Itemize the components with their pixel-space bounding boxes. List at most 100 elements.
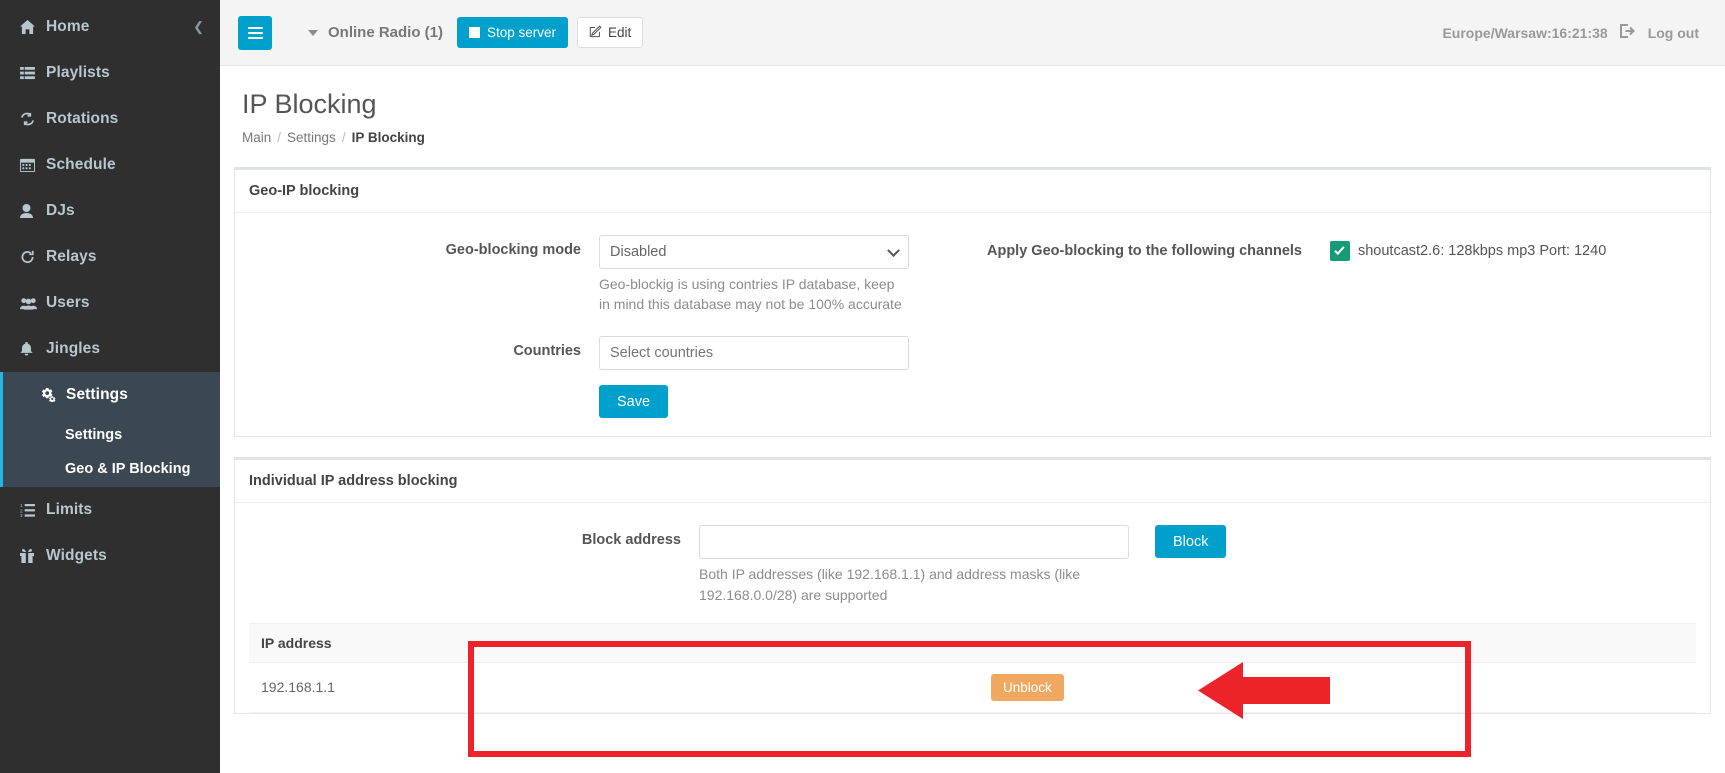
- geo-mode-help: Geo-blockig is using contries IP databas…: [599, 275, 902, 312]
- block-address-row: Block address Both IP addresses (like 19…: [249, 525, 1696, 605]
- geo-mode-row: Geo-blocking mode Disabled Geo-blockig i…: [249, 234, 1696, 315]
- stop-server-button[interactable]: Stop server: [457, 17, 569, 48]
- sidebar: Home ❮ Playlists Rotations Schedule DJs …: [0, 0, 220, 773]
- svg-text:3: 3: [20, 513, 23, 517]
- blocked-ip-table-head: IP address: [249, 622, 1696, 663]
- sidebar-item-label: Rotations: [46, 110, 119, 127]
- geo-channels-group: Apply Geo-blocking to the following chan…: [987, 235, 1606, 261]
- ordered-list-icon: 123: [20, 503, 46, 517]
- sidebar-item-home[interactable]: Home ❮: [0, 4, 220, 50]
- block-address-control: Both IP addresses (like 192.168.1.1) and…: [699, 525, 1129, 605]
- sidebar-item-djs[interactable]: DJs: [0, 188, 220, 234]
- unblock-button[interactable]: Unblock: [991, 673, 1064, 701]
- blocked-ip-table-body: 192.168.1.1 Unblock: [249, 662, 1696, 713]
- sidebar-item-schedule[interactable]: Schedule: [0, 142, 220, 188]
- sidebar-item-label: Limits: [46, 501, 93, 518]
- block-button[interactable]: Block: [1155, 525, 1227, 559]
- countries-input[interactable]: [599, 336, 909, 371]
- sidebar-subitem-label: Settings: [65, 426, 123, 443]
- geo-countries-row: Countries Save: [249, 336, 1696, 419]
- cell-action: Unblock: [979, 662, 1399, 713]
- breadcrumb-item-current: IP Blocking: [351, 129, 425, 145]
- sidebar-subitem-geo-ip-blocking[interactable]: Geo & IP Blocking: [20, 451, 220, 487]
- geo-ip-blocking-panel: Geo-IP blocking Geo-blocking mode Disabl…: [234, 166, 1711, 438]
- table-header-row: IP address: [249, 622, 1696, 663]
- block-address-label: Block address: [581, 532, 681, 549]
- home-icon: [20, 20, 46, 34]
- geo-mode-control: Disabled Geo-blockig is using contries I…: [599, 234, 909, 315]
- column-header-action: [979, 622, 1399, 663]
- hamburger-icon[interactable]: [238, 15, 272, 50]
- block-button-wrap: Block: [1155, 525, 1227, 559]
- sidebar-item-relays[interactable]: Relays: [0, 234, 220, 280]
- cell-spacer: [1399, 662, 1696, 713]
- check-icon: [1334, 243, 1346, 255]
- geo-countries-label: Countries: [513, 343, 581, 360]
- sidebar-item-label: Playlists: [46, 64, 110, 81]
- chevron-down-icon[interactable]: [308, 29, 318, 36]
- block-address-input[interactable]: [699, 525, 1129, 560]
- content-area: Geo-IP blocking Geo-blocking mode Disabl…: [220, 145, 1725, 714]
- reload-icon: [20, 250, 46, 264]
- breadcrumb-separator: /: [341, 129, 346, 145]
- station-name: Online Radio (1): [328, 24, 444, 41]
- calendar-icon: [20, 158, 46, 172]
- save-button[interactable]: Save: [599, 385, 669, 419]
- hamburger-bars: [247, 24, 263, 42]
- sidebar-item-label: Settings: [66, 386, 128, 403]
- geo-panel-body: Geo-blocking mode Disabled Geo-blockig i…: [235, 213, 1710, 437]
- sidebar-item-label: Relays: [46, 248, 97, 265]
- stop-icon: [469, 27, 481, 38]
- table-row: 192.168.1.1 Unblock: [249, 662, 1696, 713]
- channel-checkbox[interactable]: [1329, 240, 1350, 261]
- sidebar-item-label: Users: [46, 294, 90, 311]
- user-icon: [20, 204, 46, 218]
- sidebar-item-settings[interactable]: Settings: [20, 372, 220, 418]
- geo-mode-select[interactable]: Disabled: [599, 234, 909, 269]
- logout-link[interactable]: Log out: [1648, 25, 1699, 41]
- app-root: Home ❮ Playlists Rotations Schedule DJs …: [0, 0, 1725, 773]
- sidebar-item-label: Home: [46, 18, 90, 35]
- sidebar-item-jingles[interactable]: Jingles: [0, 326, 220, 372]
- server-clock: Europe/Warsaw:16:21:38: [1442, 24, 1608, 41]
- geo-channels-label: Apply Geo-blocking to the following chan…: [987, 242, 1302, 259]
- cell-ip-address: 192.168.1.1: [249, 662, 979, 713]
- sidebar-item-playlists[interactable]: Playlists: [0, 50, 220, 96]
- edit-label: Edit: [608, 25, 632, 40]
- breadcrumb-separator: /: [277, 129, 282, 145]
- ip-panel-heading: Individual IP address blocking: [235, 460, 1710, 504]
- sidebar-item-users[interactable]: Users: [0, 280, 220, 326]
- geo-countries-control: Save: [599, 336, 909, 419]
- list-icon: [20, 66, 46, 80]
- sidebar-item-label: DJs: [46, 202, 75, 219]
- breadcrumb-item-settings[interactable]: Settings: [287, 130, 336, 145]
- geo-mode-label: Geo-blocking mode: [445, 241, 581, 258]
- page-title: IP Blocking: [242, 89, 377, 119]
- chevron-down-icon: [887, 243, 900, 257]
- edit-pencil-icon: [589, 24, 602, 41]
- block-address-help: Both IP addresses (like 192.168.1.1) and…: [699, 566, 1081, 603]
- chevron-left-icon[interactable]: ❮: [193, 19, 204, 35]
- logout-icon[interactable]: [1619, 24, 1636, 41]
- gears-icon: [40, 388, 66, 402]
- stop-server-label: Stop server: [487, 25, 557, 40]
- sidebar-item-limits[interactable]: 123 Limits: [0, 487, 220, 533]
- sidebar-subitem-settings[interactable]: Settings: [20, 418, 220, 451]
- page-header: IP Blocking Main / Settings / IP Blockin…: [220, 66, 1725, 145]
- geo-channel-item[interactable]: shoutcast2.6: 128kbps mp3 Port: 1240: [1329, 240, 1606, 261]
- users-icon: [20, 297, 46, 310]
- breadcrumb-item-main[interactable]: Main: [242, 130, 271, 145]
- sidebar-subitem-label: Geo & IP Blocking: [65, 461, 191, 477]
- edit-button[interactable]: Edit: [577, 17, 644, 48]
- individual-ip-blocking-panel: Individual IP address blocking Block add…: [234, 457, 1711, 714]
- sidebar-item-widgets[interactable]: Widgets: [0, 533, 220, 579]
- station-selector[interactable]: Online Radio (1) Stop server Edit: [308, 17, 644, 48]
- ip-panel-body: Block address Both IP addresses (like 19…: [235, 503, 1710, 713]
- sidebar-item-label: Jingles: [46, 340, 101, 357]
- topbar: Online Radio (1) Stop server Edit Europe…: [220, 0, 1725, 66]
- topbar-right: Europe/Warsaw:16:21:38 Log out: [1442, 24, 1709, 41]
- blocked-ip-table: IP address 192.168.1.1 Unblock: [249, 622, 1696, 713]
- sidebar-item-rotations[interactable]: Rotations: [0, 96, 220, 142]
- geo-panel-heading: Geo-IP blocking: [235, 170, 1710, 213]
- sidebar-group-settings: Settings Settings Geo & IP Blocking: [0, 372, 220, 487]
